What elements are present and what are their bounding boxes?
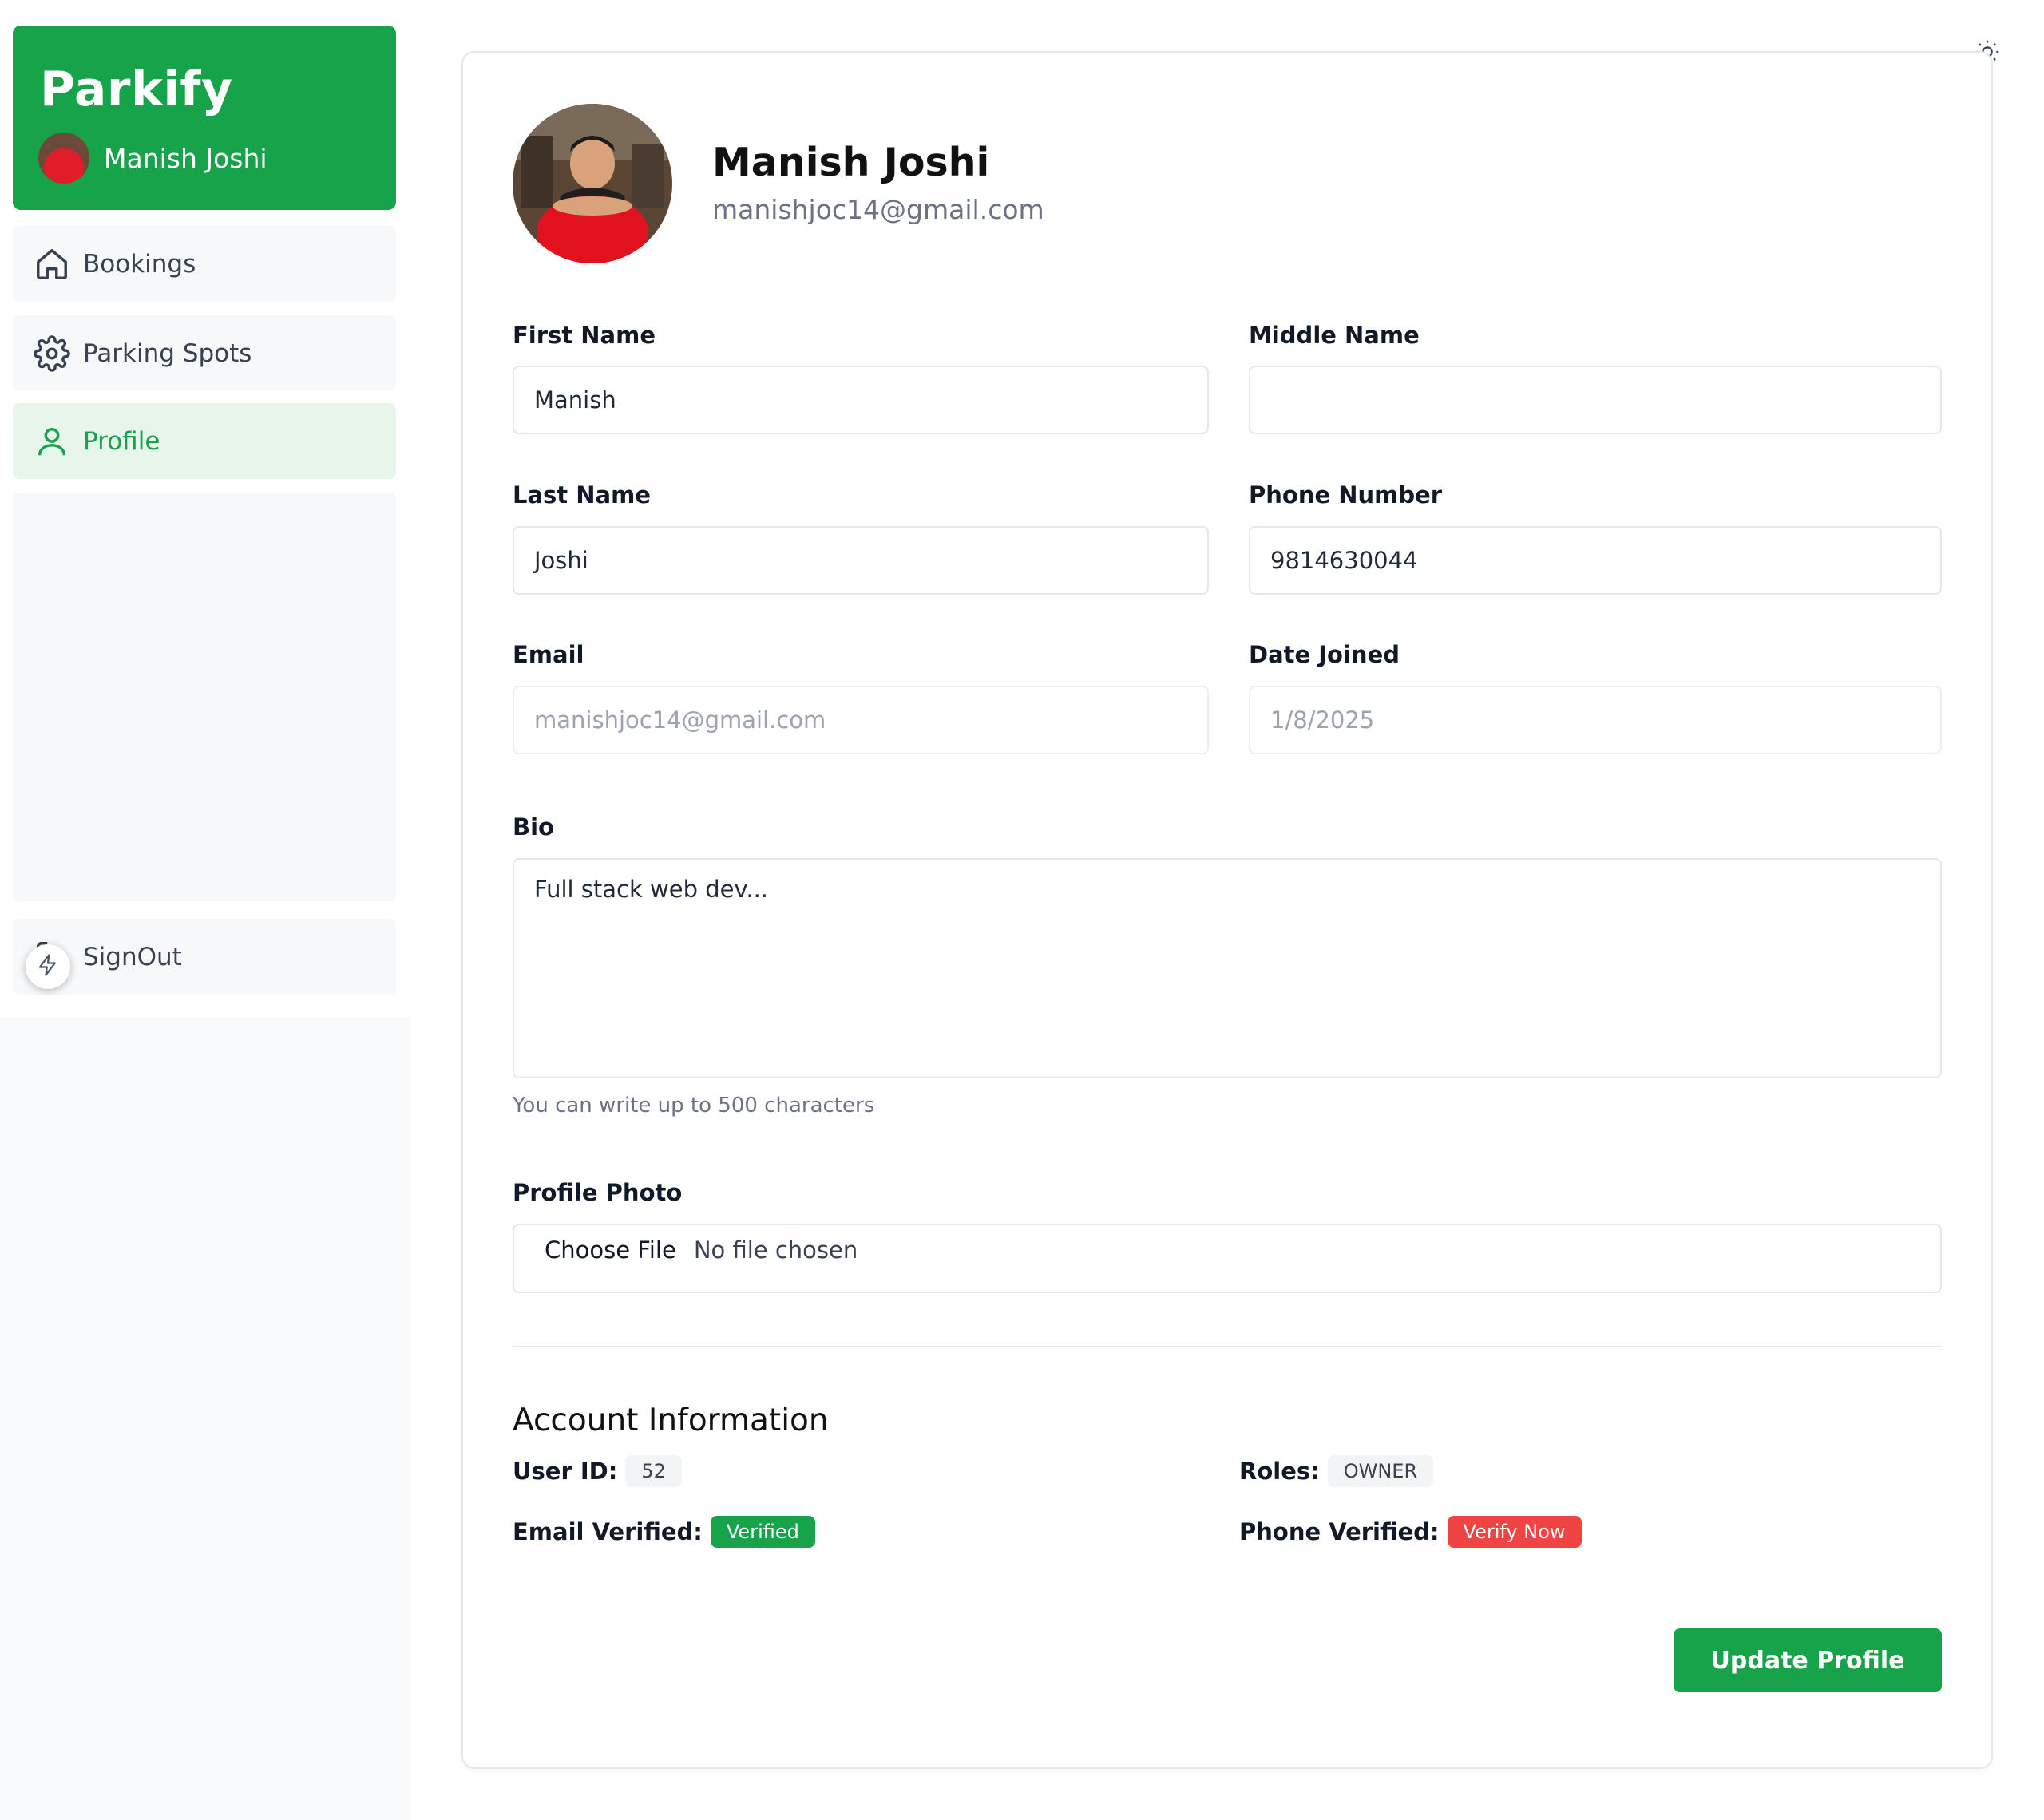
phone-number-label: Phone Number [1249,481,1443,508]
last-name-label: Last Name [513,481,651,508]
profile-photo-file-input: Choose File No file chosen [513,1224,1942,1293]
choose-file-button[interactable]: Choose File [545,1236,676,1264]
signout-button[interactable]: SignOut [13,919,396,995]
lightning-icon [36,953,60,980]
brand-card: Parkify Manish Joshi [13,26,396,210]
date-joined-label: Date Joined [1249,641,1400,668]
roles-label: Roles: [1239,1458,1320,1485]
email-field: manishjoc14@gmail.com [513,686,1209,754]
last-name-input[interactable]: Joshi [513,526,1209,595]
account-information-title: Account Information [513,1403,829,1438]
date-joined-field: 1/8/2025 [1249,686,1942,754]
email-verified-badge: Verified [710,1516,815,1548]
sidebar-item-bookings[interactable]: Bookings [13,226,396,302]
email-verified-row: Email Verified: Verified [513,1516,815,1548]
user-id-label: User ID: [513,1458,618,1485]
profile-email: manishjoc14@gmail.com [712,194,1044,225]
section-divider [513,1346,1942,1347]
middle-name-label: Middle Name [1249,322,1420,349]
update-profile-button[interactable]: Update Profile [1674,1628,1942,1692]
profile-name: Manish Joshi [712,140,990,185]
roles-badge: OWNER [1327,1455,1434,1487]
email-verified-label: Email Verified: [513,1518,703,1545]
phone-number-input[interactable]: 9814630044 [1249,526,1942,595]
app-title: Parkify [40,61,233,117]
roles-row: Roles: OWNER [1239,1455,1434,1487]
file-status: No file chosen [693,1236,858,1264]
middle-name-input[interactable] [1249,366,1942,434]
bio-textarea[interactable]: Full stack web dev... [513,858,1942,1078]
sidebar-item-parking-spots[interactable]: Parking Spots [13,315,396,391]
bio-hint: You can write up to 500 characters [513,1094,875,1118]
phone-verified-row: Phone Verified: Verify Now [1239,1516,1582,1548]
quick-action-button[interactable] [26,944,70,989]
avatar [38,133,89,184]
phone-verified-label: Phone Verified: [1239,1518,1440,1545]
sidebar-empty-area [13,493,396,901]
brand-user: Manish Joshi [38,133,267,184]
verify-phone-button[interactable]: Verify Now [1447,1516,1582,1548]
profile-photo [513,104,672,263]
sidebar-item-profile[interactable]: Profile [13,403,396,479]
profile-photo-label: Profile Photo [513,1179,683,1206]
sidebar-item-label: Parking Spots [83,338,252,368]
signout-label: SignOut [83,942,182,971]
home-icon [34,246,70,283]
brand-user-name: Manish Joshi [104,142,267,174]
first-name-label: First Name [513,322,656,349]
user-icon [34,423,70,460]
user-id-row: User ID: 52 [513,1455,682,1487]
gear-icon [34,334,70,372]
sidebar-item-label: Profile [83,426,160,456]
email-label: Email [513,641,584,668]
bio-label: Bio [513,813,554,841]
first-name-input[interactable]: Manish [513,366,1209,434]
user-id-badge: 52 [625,1455,682,1487]
sidebar-item-label: Bookings [83,249,196,279]
